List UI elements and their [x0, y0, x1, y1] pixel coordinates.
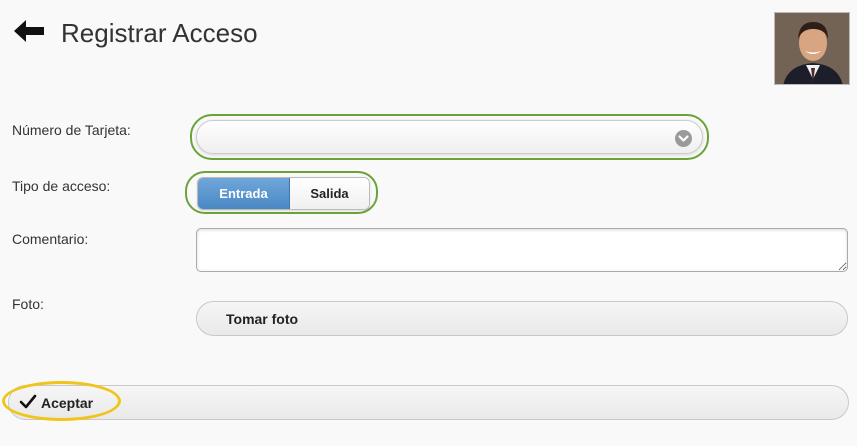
access-type-toggle: Entrada Salida: [197, 177, 370, 210]
check-icon: [19, 394, 37, 409]
card-number-highlight: [190, 114, 709, 160]
accept-label: Aceptar: [41, 395, 94, 411]
access-type-highlight: Entrada Salida: [185, 171, 378, 214]
access-type-label: Tipo de acceso:: [12, 178, 111, 194]
access-type-salida-button[interactable]: Salida: [290, 178, 369, 209]
take-photo-label: Tomar foto: [226, 311, 299, 327]
chevron-down-icon: [675, 130, 692, 147]
comment-label: Comentario:: [12, 231, 89, 247]
accept-button[interactable]: Aceptar: [8, 385, 849, 420]
back-button[interactable]: [12, 18, 46, 44]
card-number-label: Número de Tarjeta:: [12, 122, 131, 138]
page-title: Registrar Acceso: [61, 18, 258, 48]
take-photo-button[interactable]: Tomar foto: [196, 301, 848, 336]
header: Registrar Acceso: [0, 0, 857, 90]
photo-label: Foto:: [12, 296, 44, 312]
card-number-select[interactable]: [196, 120, 703, 154]
comment-field[interactable]: [196, 228, 848, 272]
avatar: [774, 12, 850, 85]
arrow-left-icon: [14, 20, 44, 42]
access-type-entrada-button[interactable]: Entrada: [198, 178, 290, 209]
